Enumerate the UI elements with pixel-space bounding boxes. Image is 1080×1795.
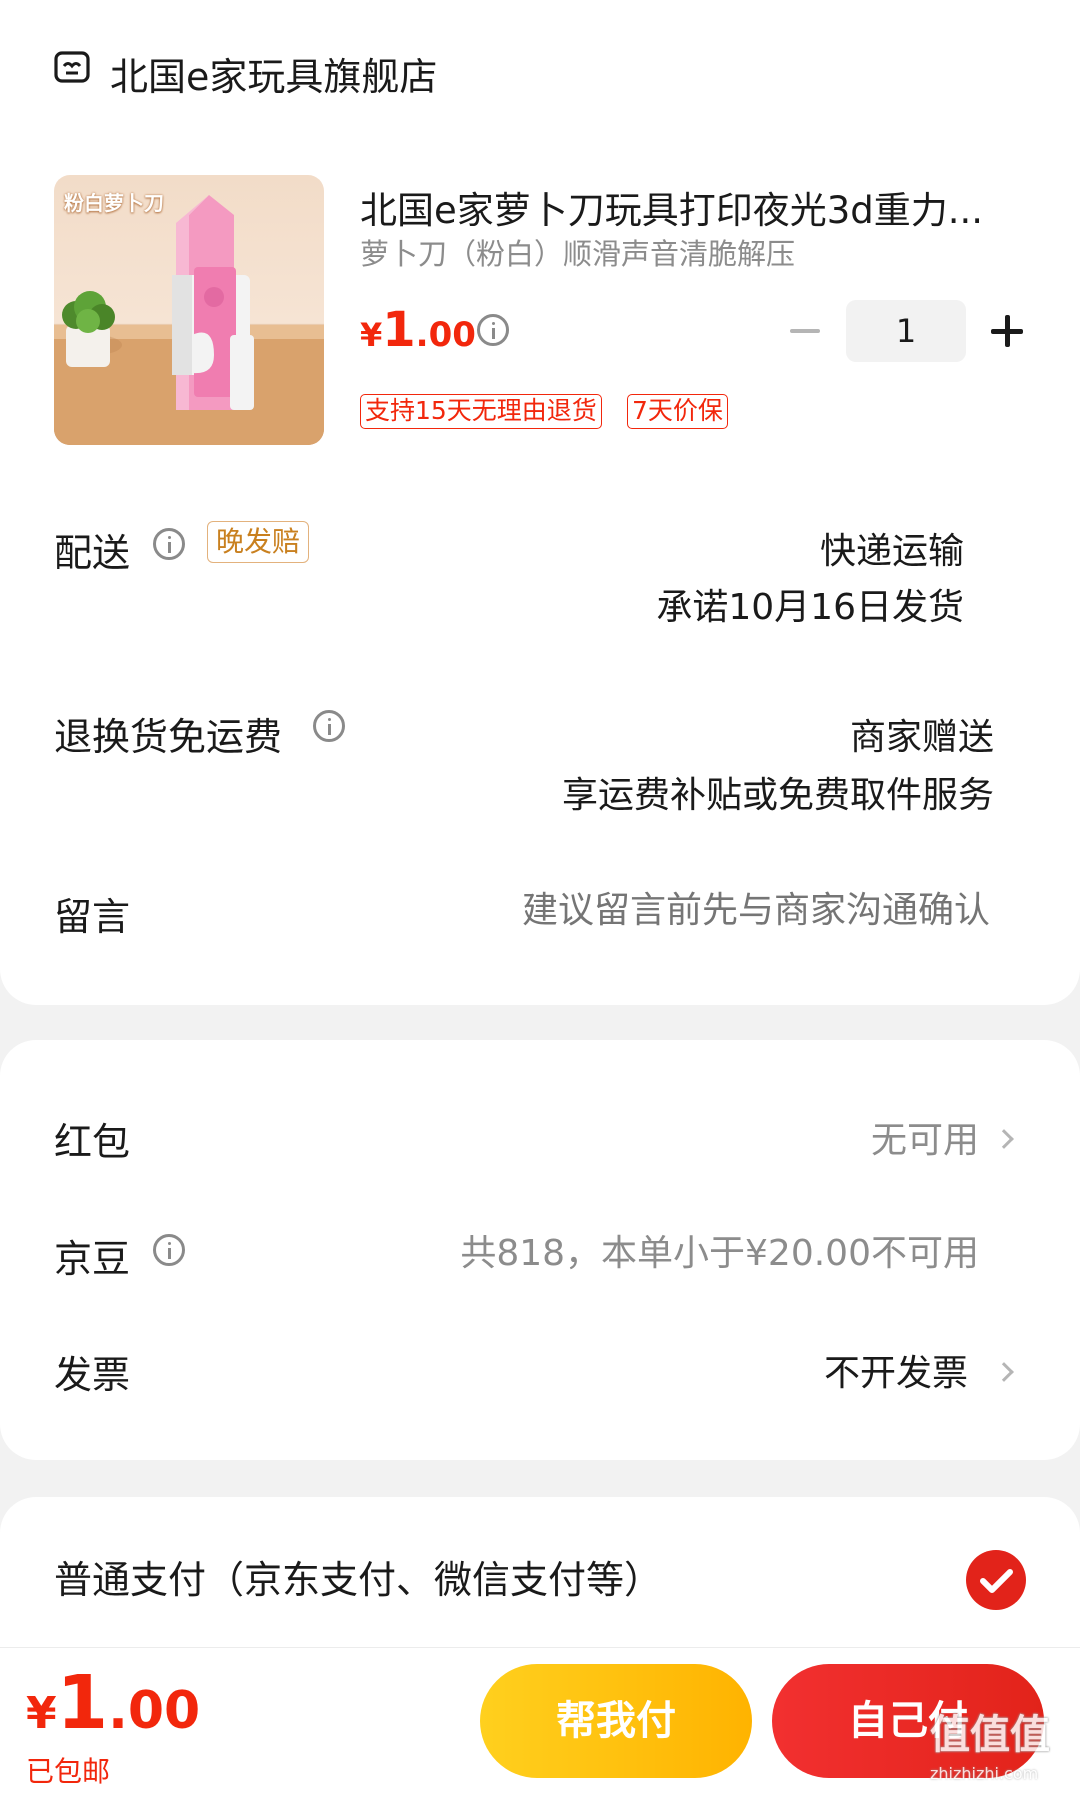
product-image[interactable]: 粉白萝卜刀 bbox=[54, 175, 324, 445]
red-packet-label: 红包 bbox=[54, 1120, 131, 1164]
invoice-row[interactable]: 发票 不开发票 bbox=[0, 1338, 1080, 1408]
help-pay-label: 帮我付 bbox=[556, 1698, 676, 1744]
watermark-sub: zhizhizhi.com bbox=[930, 1764, 1039, 1783]
jd-beans-value: 共818，本单小于¥20.00不可用 bbox=[460, 1233, 979, 1274]
order-card: 北国e家玩具旗舰店 粉白萝卜刀 北国e家萝卜刀玩具打印夜光3d重力... 萝卜刀… bbox=[0, 0, 1080, 1005]
free-return-info-icon[interactable] bbox=[313, 710, 345, 742]
jd-beans-row[interactable]: 京豆 共818，本单小于¥20.00不可用 bbox=[0, 1220, 1080, 1290]
price-symbol: ¥ bbox=[360, 316, 383, 354]
minus-icon[interactable] bbox=[788, 318, 822, 344]
discount-card: 红包 无可用 京豆 共818，本单小于¥20.00不可用 发票 不开发票 bbox=[0, 1040, 1080, 1460]
product-image-caption: 粉白萝卜刀 bbox=[64, 191, 164, 215]
invoice-value: 不开发票 bbox=[823, 1353, 968, 1394]
red-packet-row[interactable]: 红包 无可用 bbox=[0, 1105, 1080, 1175]
total-symbol: ¥ bbox=[26, 1688, 57, 1739]
payment-option-label: 普通支付（京东支付、微信支付等） bbox=[54, 1558, 663, 1602]
store-icon bbox=[54, 50, 90, 86]
service-tag: 7天价保 bbox=[627, 394, 728, 429]
message-row: 留言 bbox=[0, 880, 1080, 950]
delivery-promise: 承诺10月16日发货 bbox=[656, 587, 964, 628]
red-packet-value: 无可用 bbox=[870, 1120, 979, 1161]
help-pay-button[interactable]: 帮我付 bbox=[480, 1664, 752, 1778]
delivery-label: 配送 bbox=[54, 531, 131, 575]
total-price: ¥1.00 bbox=[26, 1660, 200, 1746]
total-integer: 1 bbox=[56, 1660, 109, 1746]
plus-icon[interactable] bbox=[990, 314, 1024, 348]
free-return-label: 退换货免运费 bbox=[54, 715, 283, 759]
price-decimal: .00 bbox=[415, 315, 476, 355]
total-decimal: .00 bbox=[108, 1681, 201, 1741]
jd-beans-label: 京豆 bbox=[54, 1237, 131, 1281]
store-name: 北国e家玩具旗舰店 bbox=[110, 55, 438, 99]
message-input[interactable] bbox=[330, 880, 990, 940]
service-tag: 支持15天无理由退货 bbox=[360, 394, 602, 429]
free-return-desc: 享运费补贴或免费取件服务 bbox=[561, 775, 994, 816]
delivery-row[interactable]: 配送 晚发赔 快递运输 承诺10月16日发货 bbox=[0, 510, 1080, 630]
delivery-info-icon[interactable] bbox=[153, 528, 185, 560]
checkmark-icon[interactable] bbox=[966, 1550, 1026, 1610]
bottom-bar: ¥1.00 已包邮 帮我付 自己付 值值值 zhizhizhi.com bbox=[0, 1647, 1080, 1795]
message-label: 留言 bbox=[54, 895, 131, 939]
watermark-text: 值值值 bbox=[930, 1712, 1050, 1758]
invoice-label: 发票 bbox=[54, 1353, 131, 1397]
product-title[interactable]: 北国e家萝卜刀玩具打印夜光3d重力... bbox=[360, 180, 1010, 234]
product-price: ¥1.00 bbox=[360, 302, 476, 358]
free-return-row[interactable]: 退换货免运费 商家赠送 享运费补贴或免费取件服务 bbox=[0, 700, 1080, 820]
shipping-note: 已包邮 bbox=[26, 1755, 111, 1788]
free-return-value: 商家赠送 bbox=[849, 717, 994, 758]
chevron-right-icon bbox=[994, 1362, 1014, 1382]
late-compensation-badge: 晚发赔 bbox=[207, 521, 310, 563]
chevron-right-icon bbox=[994, 1129, 1014, 1149]
price-integer: 1 bbox=[382, 302, 416, 358]
payment-option[interactable]: 普通支付（京东支付、微信支付等） bbox=[0, 1537, 1080, 1617]
product-variant[interactable]: 萝卜刀（粉白）顺滑声音清脆解压 bbox=[360, 231, 960, 273]
price-info-icon[interactable] bbox=[477, 314, 509, 346]
watermark: 值值值 zhizhizhi.com bbox=[930, 1702, 1075, 1792]
quantity-field[interactable]: 1 bbox=[846, 300, 966, 362]
jd-beans-info-icon[interactable] bbox=[153, 1234, 185, 1266]
delivery-method: 快递运输 bbox=[819, 531, 964, 572]
quantity-stepper: 1 bbox=[780, 300, 1030, 362]
store-header[interactable]: 北国e家玩具旗舰店 bbox=[52, 44, 652, 100]
